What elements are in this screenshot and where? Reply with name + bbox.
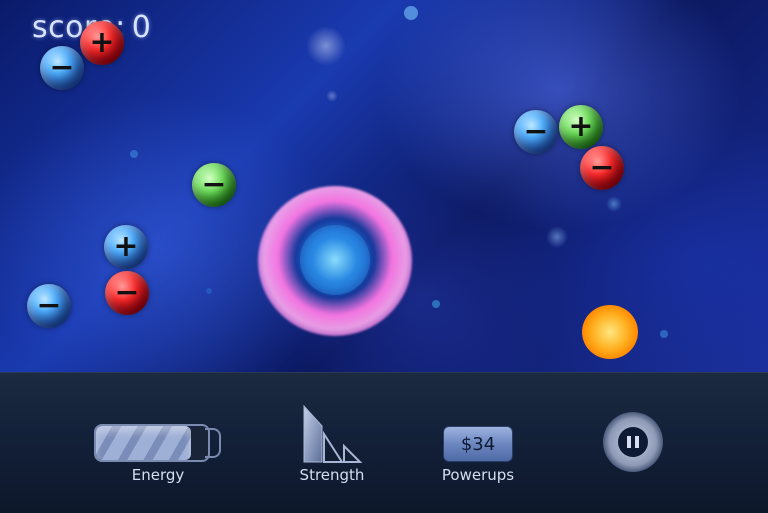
energy-label: Energy xyxy=(131,466,185,484)
minus-sign: − xyxy=(36,288,62,323)
negative-particle-red[interactable]: − xyxy=(580,146,624,190)
negative-particle-blue[interactable]: − xyxy=(514,110,558,154)
background-sparkle xyxy=(660,330,668,338)
score-value: 0 xyxy=(131,10,152,45)
minus-sign: − xyxy=(523,114,549,149)
positive-particle-blue[interactable]: + xyxy=(104,225,148,269)
negative-particle-blue[interactable]: − xyxy=(27,284,71,328)
pause-button[interactable] xyxy=(603,412,663,472)
energy-meter xyxy=(94,424,210,462)
game-playfield[interactable]: score: 0 + − − + − − − + − xyxy=(0,0,768,372)
powerups-button[interactable]: $34 xyxy=(443,426,513,462)
energy-meter-cap xyxy=(205,428,221,458)
minus-sign: − xyxy=(49,50,75,85)
plus-sign: + xyxy=(568,109,594,144)
positive-particle-green[interactable]: + xyxy=(559,105,603,149)
background-sparkle xyxy=(546,226,568,248)
background-sparkle xyxy=(432,300,440,308)
strength-icon[interactable] xyxy=(300,404,364,466)
nucleus-core xyxy=(300,225,370,295)
minus-sign: − xyxy=(589,150,615,185)
plus-sign: + xyxy=(113,229,139,264)
background-sparkle xyxy=(404,6,418,20)
background-sparkle xyxy=(326,90,338,102)
background-sparkle xyxy=(306,26,346,66)
pause-icon xyxy=(618,427,648,457)
minus-sign: − xyxy=(114,275,140,310)
powerup-burst[interactable] xyxy=(582,305,638,359)
powerups-label: Powerups xyxy=(441,466,515,484)
negative-particle-blue[interactable]: − xyxy=(40,46,84,90)
negative-particle-green[interactable]: − xyxy=(192,163,236,207)
positive-particle-red[interactable]: + xyxy=(80,21,124,65)
plus-sign: + xyxy=(89,25,115,60)
background-sparkle xyxy=(206,288,212,294)
energy-fill xyxy=(96,426,192,460)
background-sparkle xyxy=(130,150,138,158)
minus-sign: − xyxy=(201,167,227,202)
powerups-price: $34 xyxy=(460,433,496,455)
negative-particle-red[interactable]: − xyxy=(105,271,149,315)
background-sparkle xyxy=(606,196,622,212)
strength-label: Strength xyxy=(299,466,365,484)
